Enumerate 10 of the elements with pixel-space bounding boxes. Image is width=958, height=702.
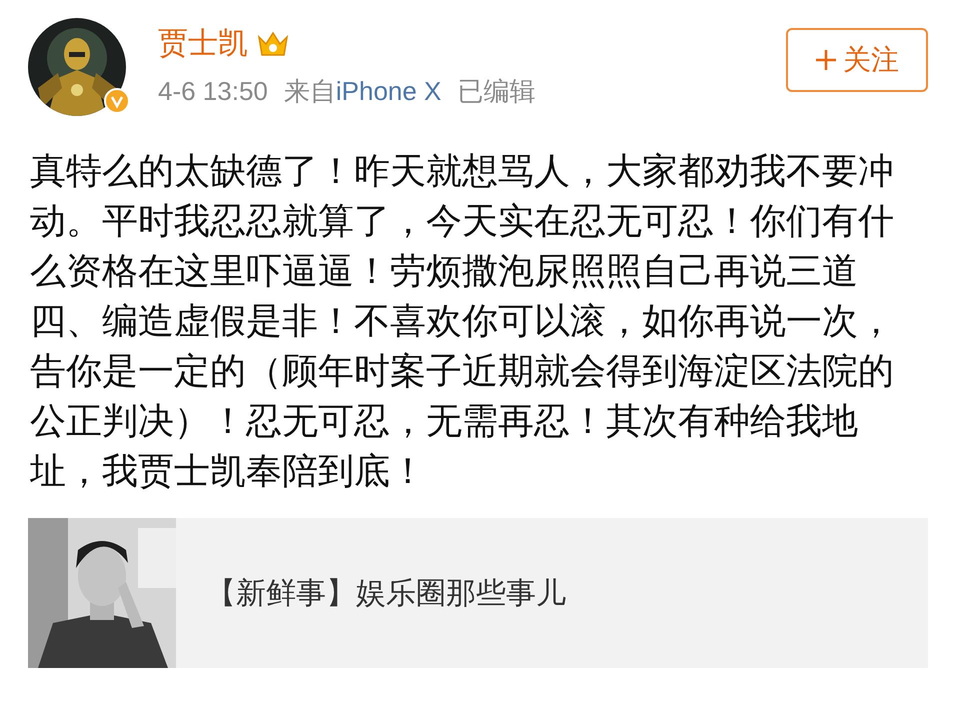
card-title: 【新鲜事】娱乐圈那些事儿	[206, 576, 566, 612]
link-card[interactable]: 【新鲜事】娱乐圈那些事儿	[28, 518, 928, 668]
post-time: 4-6 13:50	[158, 75, 268, 108]
edited-label: 已编辑	[457, 75, 536, 108]
author-name[interactable]: 贾士凯	[158, 24, 248, 64]
post-text: 真特么的太缺德了！昨天就想骂人，大家都劝我不要冲动。平时我忍忍就算了，今天实在忍无可忍！你们有什么资格在这里吓逼逼！劳烦撒泡尿照照自己再说三道四、编造虚假是非！不喜欢你可以滚，如你再说一次，告你是一定的（顾年时案子近期就会得到海淀区法院的公正判决）！忍无可忍，无需再忍！其次有种给我地址，我贾士凯奉陪到底！	[30, 149, 895, 493]
source-link[interactable]: iPhone X	[336, 74, 442, 108]
source-prefix: 来自	[284, 75, 336, 108]
plus-icon	[815, 49, 837, 71]
follow-button[interactable]: 关注	[786, 28, 928, 92]
